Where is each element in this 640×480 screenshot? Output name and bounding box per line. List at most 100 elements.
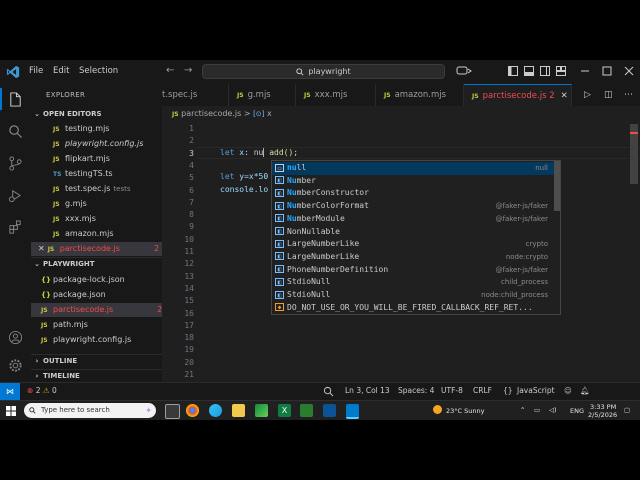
open-editor-item[interactable]: JS g.mjs <box>31 197 162 211</box>
account-icon[interactable] <box>8 330 23 345</box>
open-editor-item[interactable]: JS amazon.mjs <box>31 227 162 241</box>
menu-selection[interactable]: Selection <box>79 66 118 76</box>
green-app-icon[interactable] <box>300 404 313 417</box>
line-number: 14 <box>184 283 194 293</box>
split-editor-icon[interactable]: ◫ <box>604 90 613 100</box>
suggestion-item[interactable]: ◧ NonNullable <box>272 226 554 239</box>
weather-text[interactable]: 23°C Sunny <box>446 407 484 415</box>
notification-center-icon[interactable]: ▢ <box>624 406 630 414</box>
input-language[interactable]: ENG <box>570 407 584 415</box>
file-tree-item-active[interactable]: JS parctisecode.js 2 <box>31 303 162 317</box>
edge-icon[interactable] <box>209 404 222 417</box>
suggestion-item[interactable]: ◧ LargeNumberLike node:crypto <box>272 251 554 264</box>
vscode-taskbar-icon[interactable] <box>346 404 359 419</box>
suggest-scrollbar[interactable] <box>554 161 560 211</box>
taskbar-search-box[interactable]: Type here to search ✦ <box>24 403 156 418</box>
customize-layout-icon[interactable] <box>556 66 566 76</box>
excel-icon[interactable]: X <box>278 404 291 417</box>
playwright-section-header[interactable]: ⌄ PLAYWRIGHT <box>31 257 162 271</box>
encoding[interactable]: UTF-8 <box>441 386 463 395</box>
network-icon[interactable]: ▭ <box>534 406 540 414</box>
suggestion-item[interactable]: ◧ StdioNull child_process <box>272 276 554 289</box>
minimize-icon[interactable] <box>580 66 590 76</box>
file-tree-item[interactable]: {} package-lock.json <box>31 273 162 287</box>
clock-time[interactable]: 3:33 PM <box>590 403 616 411</box>
suggestion-item[interactable]: ◧ StdioNull node:child_process <box>272 289 554 302</box>
open-editor-item[interactable]: JS flipkart.mjs <box>31 152 162 166</box>
suggestion-item[interactable]: ◧ PhoneNumberDefinition @faker-js/faker <box>272 264 554 277</box>
file-explorer-icon[interactable] <box>232 404 245 417</box>
cursor-position[interactable]: Ln 3, Col 13 <box>345 386 390 395</box>
menu-file[interactable]: File <box>29 66 43 76</box>
command-center-search[interactable]: playwright <box>202 64 445 79</box>
indentation[interactable]: Spaces: 4 <box>398 386 434 395</box>
problems-status[interactable]: ⊗ 2 ⚠ 0 <box>27 386 57 395</box>
clock-date[interactable]: 2/5/2026 <box>588 411 617 419</box>
suggestion-item[interactable]: ◧ Number <box>272 175 554 188</box>
code-line-6[interactable]: console.lo <box>220 185 268 194</box>
code-line-3[interactable]: let x: nu add(); <box>220 148 298 157</box>
close-icon[interactable] <box>624 66 634 76</box>
file-tree-item[interactable]: JS path.mjs <box>31 318 162 332</box>
source-control-icon[interactable] <box>8 156 23 171</box>
autocomplete-suggest-widget[interactable]: ▭ null null ◧ Number ◧ NumberConstructor ◧ Numbe… <box>271 160 561 315</box>
copilot-icon[interactable] <box>456 66 472 76</box>
open-editor-item[interactable]: JS playwright.config.js <box>31 137 162 151</box>
tab-xxx-mjs[interactable]: JS xxx.mjs <box>296 84 376 106</box>
chrome-icon[interactable] <box>186 404 199 417</box>
suggestion-item[interactable]: ◧ NumberModule @faker-js/faker <box>272 213 554 226</box>
interface-kind-icon: ◧ <box>275 265 284 274</box>
suggestion-match-highlight: nu <box>287 163 297 172</box>
open-editor-item[interactable]: JS testing.mjs <box>31 122 162 136</box>
extensions-icon[interactable] <box>8 220 23 235</box>
file-tree-item[interactable]: {} package.json <box>31 288 162 302</box>
suggestion-item[interactable]: ◆ DO_NOT_USE_OR_YOU_WILL_BE_FIRED_CALLBAC… <box>272 302 554 314</box>
menu-edit[interactable]: Edit <box>53 66 69 76</box>
layout-sidebar-icon[interactable] <box>508 66 518 76</box>
end-of-line[interactable]: CRLF <box>473 386 492 395</box>
tab-g-mjs[interactable]: JS g.mjs <box>229 84 296 106</box>
tray-chevron-icon[interactable]: ⌃ <box>520 406 525 414</box>
open-editor-item[interactable]: TS testingTS.ts <box>31 167 162 181</box>
tab-test-spec[interactable]: t.spec.js <box>162 84 229 106</box>
language-mode[interactable]: JavaScript <box>517 386 555 395</box>
notifications-bell-icon[interactable]: 🔔︎ <box>580 386 590 395</box>
close-tab-icon[interactable]: ✕ <box>561 91 568 101</box>
tab-amazon-mjs[interactable]: JS amazon.mjs <box>376 84 464 106</box>
feedback-icon[interactable]: ☺ <box>564 386 572 395</box>
more-actions-icon[interactable]: ⋯ <box>624 90 633 100</box>
run-debug-icon[interactable] <box>8 188 23 203</box>
maximize-icon[interactable] <box>602 66 612 76</box>
run-file-icon[interactable]: ▷ <box>584 90 591 100</box>
search-icon[interactable] <box>8 124 23 139</box>
open-editor-item-active[interactable]: ✕ JS parctisecode.js 2 <box>31 242 162 256</box>
open-editor-item[interactable]: JS test.spec.js tests <box>31 182 162 196</box>
suggestion-item[interactable]: ◧ NumberColorFormat @faker-js/faker <box>272 200 554 213</box>
open-editor-item[interactable]: JS xxx.mjs <box>31 212 162 226</box>
breadcrumb-symbol[interactable]: x <box>267 109 272 118</box>
nav-forward-icon[interactable]: → <box>184 65 192 76</box>
layout-secondary-icon[interactable] <box>540 66 550 76</box>
volume-icon[interactable]: ◁) <box>549 406 557 414</box>
zoom-icon[interactable] <box>323 386 334 397</box>
outline-section-header[interactable]: › OUTLINE <box>31 354 162 368</box>
breadcrumb-file[interactable]: parctisecode.js <box>181 109 241 118</box>
timeline-section-header[interactable]: › TIMELINE <box>31 369 162 382</box>
suggestion-item-selected[interactable]: ▭ null null <box>272 162 554 175</box>
nav-back-icon[interactable]: ← <box>166 65 174 76</box>
tab-parctisecode[interactable]: JS parctisecode.js 2 ✕ <box>464 84 572 106</box>
close-editor-icon[interactable]: ✕ <box>38 244 45 253</box>
store-icon[interactable] <box>255 404 268 417</box>
windows-start-icon[interactable] <box>6 406 16 416</box>
explorer-files-icon[interactable] <box>8 92 23 107</box>
open-editors-section-header[interactable]: ⌄ OPEN EDITORS <box>31 108 162 121</box>
code-line-5[interactable]: let y=x*50 <box>220 172 268 181</box>
suggestion-item[interactable]: ◧ NumberConstructor <box>272 187 554 200</box>
media-app-icon[interactable] <box>323 404 336 417</box>
suggestion-item[interactable]: ◧ LargeNumberLike crypto <box>272 238 554 251</box>
manage-gear-icon[interactable] <box>8 358 23 373</box>
remote-indicator-icon[interactable]: ⋈ <box>0 383 20 400</box>
task-view-icon[interactable] <box>165 404 180 419</box>
layout-panel-icon[interactable] <box>524 66 534 76</box>
file-tree-item[interactable]: JS playwright.config.js <box>31 333 162 347</box>
